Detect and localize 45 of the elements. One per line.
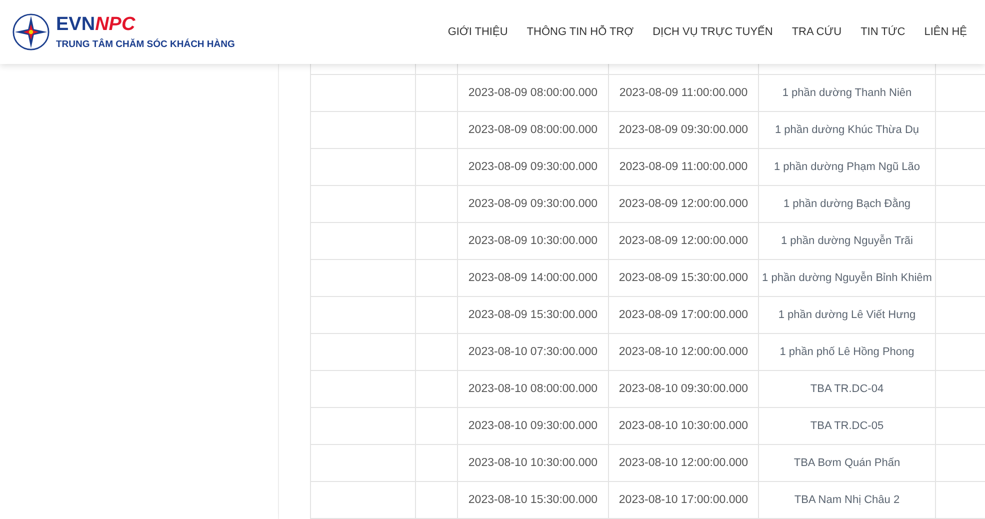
end-time-cell: 2023-08-09 17:00:00.000 xyxy=(608,296,758,334)
nav-link[interactable]: LIÊN HỆ xyxy=(924,26,967,38)
area-cell: TBA TR.DC-04 xyxy=(758,370,936,408)
logo-icon xyxy=(12,13,50,51)
area-cell: 1 phần dường Phạm Ngũ Lão xyxy=(758,148,936,186)
logo-subtitle: TRUNG TÂM CHĂM SÓC KHÁCH HÀNG xyxy=(56,39,235,50)
area-cell: 1 phần dường Nguyễn Trãi xyxy=(758,222,936,260)
end-time-cell: 2023-08-09 11:00:00.000 xyxy=(608,74,758,112)
end-time-cell: 2023-08-09 11:00:00.000 xyxy=(608,148,758,186)
start-time-cell: 2023-08-10 15:30:00.000 xyxy=(458,482,608,518)
end-time-cell: 2023-08-09 12:00:00.000 xyxy=(608,222,758,260)
nav-link[interactable]: DỊCH VỤ TRỰC TUYẾN xyxy=(652,26,773,38)
area-cell: 1 phần dường Bạch Đằng xyxy=(758,186,936,222)
end-time-cell: 2023-08-09 15:30:00.000 xyxy=(608,260,758,296)
end-time-cell: 2023-08-10 17:00:00.000 xyxy=(608,482,758,518)
area-cell: 1 phần dường Khúc Thừa Dụ xyxy=(758,112,936,148)
nav-link[interactable]: THÔNG TIN HỖ TRỢ xyxy=(526,26,634,38)
start-time-cell: 2023-08-09 09:30:00.000 xyxy=(458,186,608,222)
brand-logo: EVNNPC xyxy=(56,14,136,36)
start-time-cell: 2023-08-09 08:00:00.000 xyxy=(458,74,608,112)
start-time-cell: 2023-08-09 14:00:00.000 xyxy=(458,260,608,296)
area-cell: 1 phần dường Nguyễn Bỉnh Khiêm xyxy=(758,260,936,296)
end-time-cell: 2023-08-10 10:30:00.000 xyxy=(608,408,758,444)
nav-link[interactable]: GIỚI THIỆU xyxy=(448,26,508,38)
end-time-cell: 2023-08-10 12:00:00.000 xyxy=(608,334,758,370)
start-time-cell: 2023-08-10 09:30:00.000 xyxy=(458,408,608,444)
start-time-cell: 2023-08-09 08:00:00.000 xyxy=(458,112,608,148)
start-time-cell: 2023-08-10 10:30:00.000 xyxy=(458,444,608,482)
nav-link[interactable]: TRA CỨU xyxy=(792,26,842,38)
start-time-cell: 2023-08-09 15:30:00.000 xyxy=(458,296,608,334)
area-cell: 1 phần phố Lê Hồng Phong xyxy=(758,334,936,370)
area-cell: TBA Nam Nhị Châu 2 xyxy=(758,482,936,518)
area-cell: 1 phần dường Lê Viết Hưng xyxy=(758,296,936,334)
start-time-cell: 2023-08-09 10:30:00.000 xyxy=(458,222,608,260)
nav-link[interactable]: TIN TỨC xyxy=(860,26,906,38)
area-cell: TBA Bơm Quán Phấn xyxy=(758,444,936,482)
area-cell: TBA TR.DC-05 xyxy=(758,408,936,444)
end-time-cell: 2023-08-10 12:00:00.000 xyxy=(608,444,758,482)
start-time-cell: 2023-08-09 09:30:00.000 xyxy=(458,148,608,186)
start-time-cell: 2023-08-10 08:00:00.000 xyxy=(458,370,608,408)
end-time-cell: 2023-08-10 09:30:00.000 xyxy=(608,370,758,408)
end-time-cell: 2023-08-09 12:00:00.000 xyxy=(608,186,758,222)
area-cell: 1 phần dường Thanh Niên xyxy=(758,74,936,112)
start-time-cell: 2023-08-10 07:30:00.000 xyxy=(458,334,608,370)
end-time-cell: 2023-08-09 09:30:00.000 xyxy=(608,112,758,148)
